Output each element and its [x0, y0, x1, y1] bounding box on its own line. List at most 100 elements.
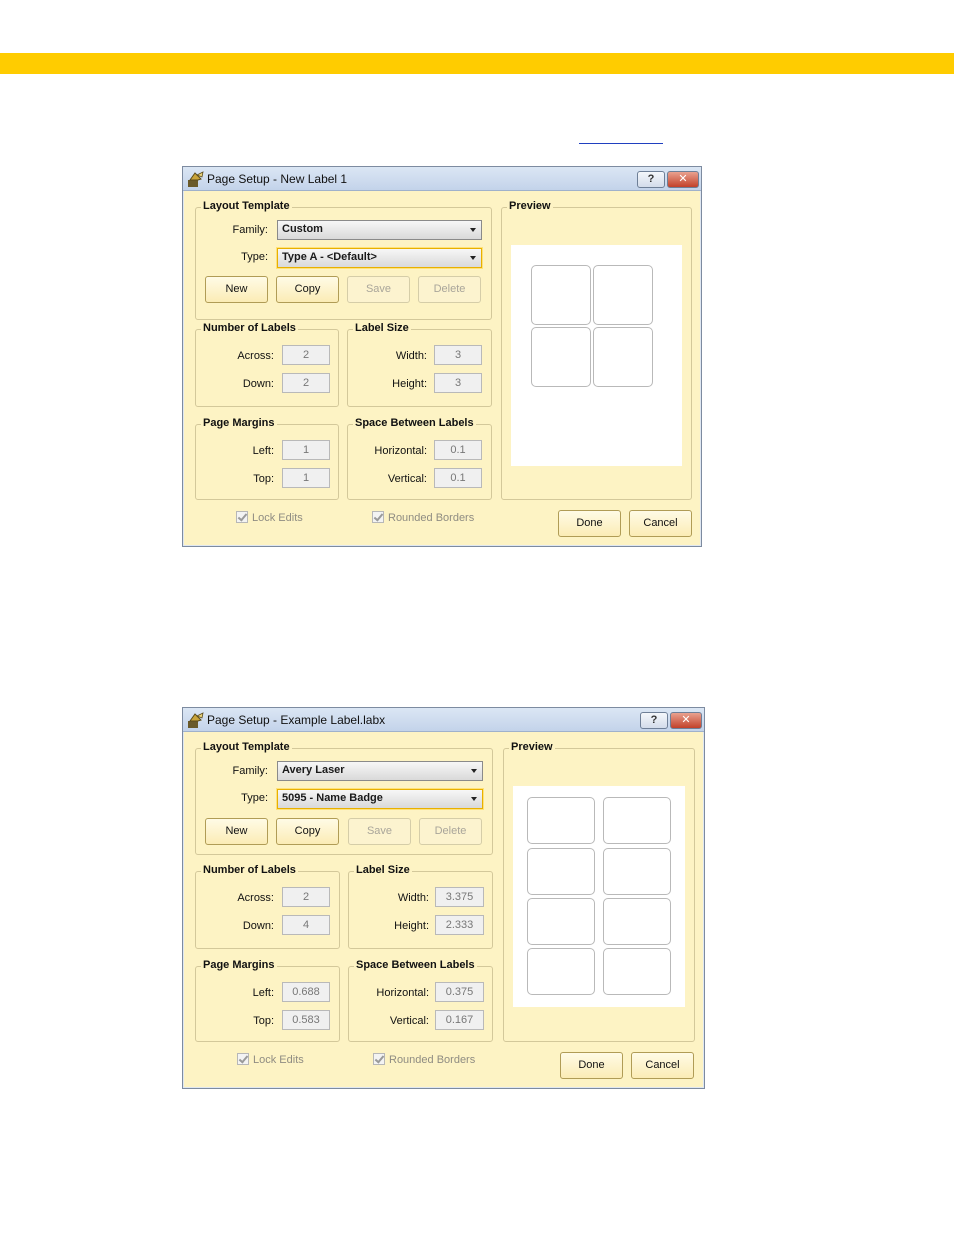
top-label: Top:: [253, 473, 274, 485]
type-label: Type:: [241, 251, 268, 263]
label-size-group: Label Size Width: 3.375 Height: 2.333: [348, 864, 493, 949]
help-button[interactable]: ?: [637, 171, 665, 188]
preview-label-cell: [603, 948, 671, 995]
vertical-label: Vertical:: [389, 1015, 429, 1027]
width-label: Width:: [397, 892, 429, 904]
type-value: 5095 - Name Badge: [282, 792, 383, 804]
close-button[interactable]: ✕: [667, 171, 699, 188]
horizontal-space-field[interactable]: 0.1: [434, 440, 482, 460]
delete-button[interactable]: Delete: [418, 276, 481, 303]
cancel-button[interactable]: Cancel: [631, 1052, 694, 1079]
down-label: Down:: [242, 378, 274, 390]
delete-button[interactable]: Delete: [419, 818, 482, 845]
rounded-borders-checkbox[interactable]: Rounded Borders: [373, 1053, 475, 1066]
new-button[interactable]: New: [205, 276, 268, 303]
label-size-group: Label Size Width: 3 Height: 3: [347, 322, 492, 407]
group-title: Page Margins: [201, 417, 277, 429]
page-setup-dialog-example-label: Page Setup - Example Label.labx ? ✕ Layo…: [182, 707, 705, 1089]
layout-template-group: Layout Template Family: Custom Type: Typ…: [195, 200, 492, 320]
done-button[interactable]: Done: [558, 510, 621, 537]
preview-page: [513, 786, 685, 1007]
group-title: Number of Labels: [201, 322, 298, 334]
down-field[interactable]: 2: [282, 373, 330, 393]
copy-button[interactable]: Copy: [276, 818, 339, 845]
height-label: Height:: [392, 378, 427, 390]
top-margin-field[interactable]: 1: [282, 468, 330, 488]
height-field[interactable]: 2.333: [435, 915, 484, 935]
left-label: Left:: [252, 445, 274, 457]
horizontal-label: Horizontal:: [376, 987, 429, 999]
top-margin-field[interactable]: 0.583: [282, 1010, 330, 1030]
hyperlink-underline[interactable]: [579, 143, 663, 144]
preview-label-cell: [527, 848, 595, 895]
preview-label-cell: [531, 265, 591, 325]
preview-group: Preview: [503, 741, 695, 1042]
vertical-space-field[interactable]: 0.167: [435, 1010, 484, 1030]
across-field[interactable]: 2: [282, 345, 330, 365]
horizontal-label: Horizontal:: [374, 445, 427, 457]
dialog-title: Page Setup - New Label 1: [207, 172, 348, 186]
dialog-title: Page Setup - Example Label.labx: [207, 713, 386, 727]
horizontal-space-field[interactable]: 0.375: [435, 982, 484, 1002]
preview-label-cell: [603, 848, 671, 895]
family-select[interactable]: Custom: [277, 220, 482, 240]
height-field[interactable]: 3: [434, 373, 482, 393]
down-field[interactable]: 4: [282, 915, 330, 935]
help-button[interactable]: ?: [640, 712, 668, 729]
app-icon: [188, 171, 204, 187]
save-button[interactable]: Save: [348, 818, 411, 845]
lock-edits-label: Lock Edits: [253, 1054, 304, 1066]
title-bar[interactable]: Page Setup - New Label 1 ? ✕: [183, 167, 701, 191]
app-icon: [188, 712, 204, 728]
cancel-button[interactable]: Cancel: [629, 510, 692, 537]
space-between-labels-group: Space Between Labels Horizontal: 0.375 V…: [348, 959, 493, 1042]
vertical-space-field[interactable]: 0.1: [434, 468, 482, 488]
checkmark-icon: [236, 511, 248, 523]
left-margin-field[interactable]: 1: [282, 440, 330, 460]
down-label: Down:: [242, 920, 274, 932]
save-button[interactable]: Save: [347, 276, 410, 303]
lock-edits-checkbox[interactable]: Lock Edits: [237, 1053, 304, 1066]
preview-label-cell: [527, 797, 595, 844]
across-field[interactable]: 2: [282, 887, 330, 907]
type-select[interactable]: 5095 - Name Badge: [277, 789, 483, 809]
type-select[interactable]: Type A - <Default>: [277, 248, 482, 268]
number-of-labels-group: Number of Labels Across: 2 Down: 2: [195, 322, 339, 407]
preview-label-cell: [531, 327, 591, 387]
preview-group: Preview: [501, 200, 692, 500]
group-title: Preview: [507, 200, 553, 212]
across-label: Across:: [237, 350, 274, 362]
rounded-borders-checkbox[interactable]: Rounded Borders: [372, 511, 474, 524]
type-label: Type:: [241, 792, 268, 804]
chevron-down-icon: [470, 256, 476, 260]
number-of-labels-group: Number of Labels Across: 2 Down: 4: [195, 864, 340, 949]
checkmark-icon: [373, 1053, 385, 1065]
rounded-borders-label: Rounded Borders: [389, 1054, 476, 1066]
done-button[interactable]: Done: [560, 1052, 623, 1079]
preview-label-cell: [527, 898, 595, 945]
chevron-down-icon: [470, 228, 476, 232]
lock-edits-label: Lock Edits: [252, 512, 303, 524]
preview-label-cell: [593, 265, 653, 325]
group-title: Space Between Labels: [353, 417, 476, 429]
group-title: Space Between Labels: [354, 959, 477, 971]
group-title: Layout Template: [201, 200, 292, 212]
width-field[interactable]: 3.375: [435, 887, 484, 907]
title-bar[interactable]: Page Setup - Example Label.labx ? ✕: [183, 708, 704, 732]
close-button[interactable]: ✕: [670, 712, 702, 729]
group-title: Layout Template: [201, 741, 292, 753]
group-title: Preview: [509, 741, 555, 753]
family-value: Avery Laser: [282, 764, 345, 776]
lock-edits-checkbox[interactable]: Lock Edits: [236, 511, 303, 524]
family-label: Family:: [232, 765, 268, 777]
type-value: Type A - <Default>: [282, 251, 377, 263]
header-band: [0, 53, 954, 74]
family-select[interactable]: Avery Laser: [277, 761, 483, 781]
copy-button[interactable]: Copy: [276, 276, 339, 303]
page-margins-group: Page Margins Left: 0.688 Top: 0.583: [195, 959, 340, 1042]
width-field[interactable]: 3: [434, 345, 482, 365]
new-button[interactable]: New: [205, 818, 268, 845]
preview-label-cell: [603, 797, 671, 844]
left-margin-field[interactable]: 0.688: [282, 982, 330, 1002]
left-label: Left:: [252, 987, 274, 999]
